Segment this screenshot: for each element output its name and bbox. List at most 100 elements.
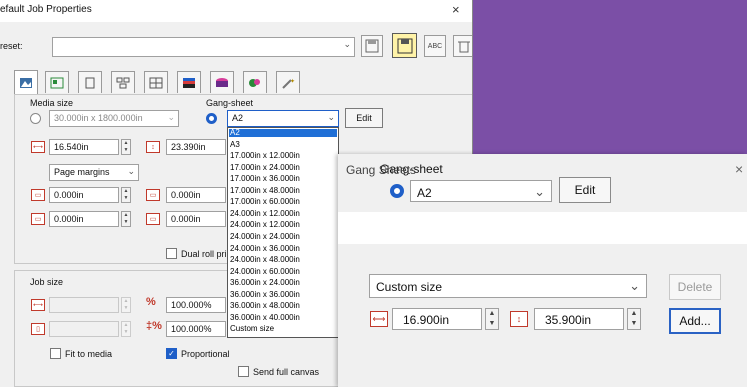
job-height-spinner[interactable]: ▲ ▼ [121,321,131,337]
width-spinner[interactable]: ▲ ▼ [121,139,131,155]
tab-media[interactable] [14,70,38,94]
job-size-label: Job size [30,277,64,287]
tab-tools[interactable]: ✦ [276,71,300,93]
dropdown-option[interactable]: 24.000in x 48.000in [229,255,337,264]
save-preset-button[interactable] [361,35,383,57]
gang-height-field[interactable]: 35.900in [534,308,624,330]
delete-preset-button[interactable] [453,35,472,57]
proportional-checkbox[interactable]: ✓ [166,348,177,359]
width-value: 16.540in [54,142,89,152]
dropdown-option[interactable]: Custom size [229,325,337,333]
dropdown-option[interactable]: 24.000in x 24.000in [229,232,337,241]
margin-top-right-field[interactable]: 0.000in [166,187,226,203]
chevron-down-icon: ⌄ [629,278,640,293]
tab-marks[interactable] [144,71,168,93]
width-arrows-icon: ⟷ [370,311,388,327]
percent-height-field[interactable]: 100.000% [166,321,226,337]
gang-sheet-dropdown-list[interactable]: A2 A3 17.000in x 12.000in 17.000in x 24.000… [227,127,339,338]
dropdown-option[interactable]: 36.000in x 48.000in [229,302,337,310]
tab-layout[interactable] [45,71,69,93]
width-field[interactable]: 16.540in [49,139,119,155]
edit-button[interactable]: Edit [345,108,383,128]
close-icon[interactable]: × [452,2,460,17]
color-bars-icon [183,77,195,88]
delete-button[interactable]: Delete [669,274,721,300]
tab-tiling[interactable] [111,71,135,93]
dropdown-option[interactable]: 17.000in x 60.000in [229,198,337,206]
edit-button-zoom[interactable]: Edit [559,177,611,203]
gang-sheet-radio[interactable] [206,113,217,124]
send-full-canvas-checkbox[interactable] [238,366,249,377]
job-width-field[interactable] [49,297,119,313]
gang-sheet-combo[interactable]: A2 ⌄ [227,110,339,127]
dropdown-option[interactable]: 36.000in x 36.000in [229,290,337,299]
gang-sheet-combo-zoom[interactable]: A2 ⌄ [410,180,552,202]
add-button[interactable]: Add... [669,308,721,334]
proportional-label: Proportional [181,349,230,359]
custom-size-combo[interactable]: Custom size ⌄ [369,274,647,298]
media-size-label: Media size [30,98,74,108]
gang-height-value: 35.900in [545,313,592,327]
margin-top-left-spinner[interactable]: ▲ ▼ [121,187,131,203]
dropdown-option[interactable]: 24.000in x 36.000in [229,244,337,253]
gang-sheets-window: Gang-sheet A2 ⌄ Edit Gang Sheets × Custo… [338,154,747,387]
save-as-preset-button[interactable] [392,33,417,58]
preset-combo[interactable]: ⌄ [52,37,355,57]
margin-left-icon: ▭ [146,213,160,225]
dropdown-option[interactable]: A3 [229,140,337,149]
send-full-canvas-label: Send full canvas [253,367,320,377]
gang-width-spinner[interactable]: ▲ ▼ [485,308,499,330]
magic-wand-icon: ✦ [282,78,295,89]
tab-effects[interactable] [243,71,267,93]
chevron-down-icon: ⌄ [127,166,135,176]
height-arrows-icon: ↕ [146,141,160,153]
page-margins-combo[interactable]: Page margins ⌄ [49,164,139,181]
height-field[interactable]: 23.390in [166,139,226,155]
margin-bottom-right-field[interactable]: 0.000in [166,211,226,227]
dropdown-option[interactable]: 36.000in x 40.000in [229,313,337,322]
tab-color[interactable] [177,71,201,93]
chevron-down-icon: ⌄ [534,184,545,199]
floppy-disk-icon [397,38,412,53]
dual-roll-checkbox[interactable] [166,248,177,259]
rename-preset-button[interactable]: ABC [424,35,446,57]
job-height-field[interactable] [49,321,119,337]
layout-icon [50,77,64,88]
margin-top-left-field[interactable]: 0.000in [49,187,119,203]
gang-width-value: 16.900in [403,313,450,327]
gang-width-field[interactable]: 16.900in [392,308,482,330]
dropdown-option[interactable]: 17.000in x 24.000in [229,163,337,172]
job-width-spinner[interactable]: ▲ ▼ [121,297,131,313]
dropdown-option[interactable]: 24.000in x 60.000in [229,267,337,276]
margin-bottom-left-field[interactable]: 0.000in [49,211,119,227]
fit-to-media-label: Fit to media [65,349,113,359]
media-size-combo[interactable]: 30.000in x 1800.000in ⌄ [49,110,179,127]
margin-top-icon: ▭ [31,189,45,201]
percent-width-field[interactable]: 100.000% [166,297,226,313]
height-arrows-icon: ↕ [510,311,528,327]
dropdown-option[interactable]: 17.000in x 48.000in [229,186,337,195]
margin-bottom-left-spinner[interactable]: ▲ ▼ [121,211,131,227]
dropdown-option[interactable]: A2 [229,128,337,138]
gang-sheet-radio-zoom[interactable] [390,184,404,198]
percent-width-icon: % [146,296,156,308]
chevron-down-icon: ⌄ [343,39,351,49]
gang-height-spinner[interactable]: ▲ ▼ [627,308,641,330]
close-icon[interactable]: × [735,161,743,177]
dropdown-option[interactable]: 17.000in x 36.000in [229,174,337,183]
media-size-radio[interactable] [30,113,41,124]
fit-to-media-checkbox[interactable] [50,348,61,359]
window-title: efault Job Properties [0,4,92,15]
job-width-icon: ⟷ [31,299,45,311]
dropdown-option[interactable]: 24.000in x 12.000in [229,221,337,229]
trash-icon [458,41,470,53]
gang-sheets-title-bar [338,212,747,244]
svg-text:✦: ✦ [290,78,295,85]
dropdown-option[interactable]: 17.000in x 12.000in [229,151,337,160]
dropdown-option[interactable]: 24.000in x 12.000in [229,209,337,218]
tab-ink[interactable] [210,71,234,93]
gang-sheet-label: Gang-sheet [206,98,254,108]
dropdown-option[interactable]: 36.000in x 24.000in [229,278,337,287]
tab-page[interactable] [78,71,102,93]
gang-sheet-value-zoom: A2 [417,186,432,200]
